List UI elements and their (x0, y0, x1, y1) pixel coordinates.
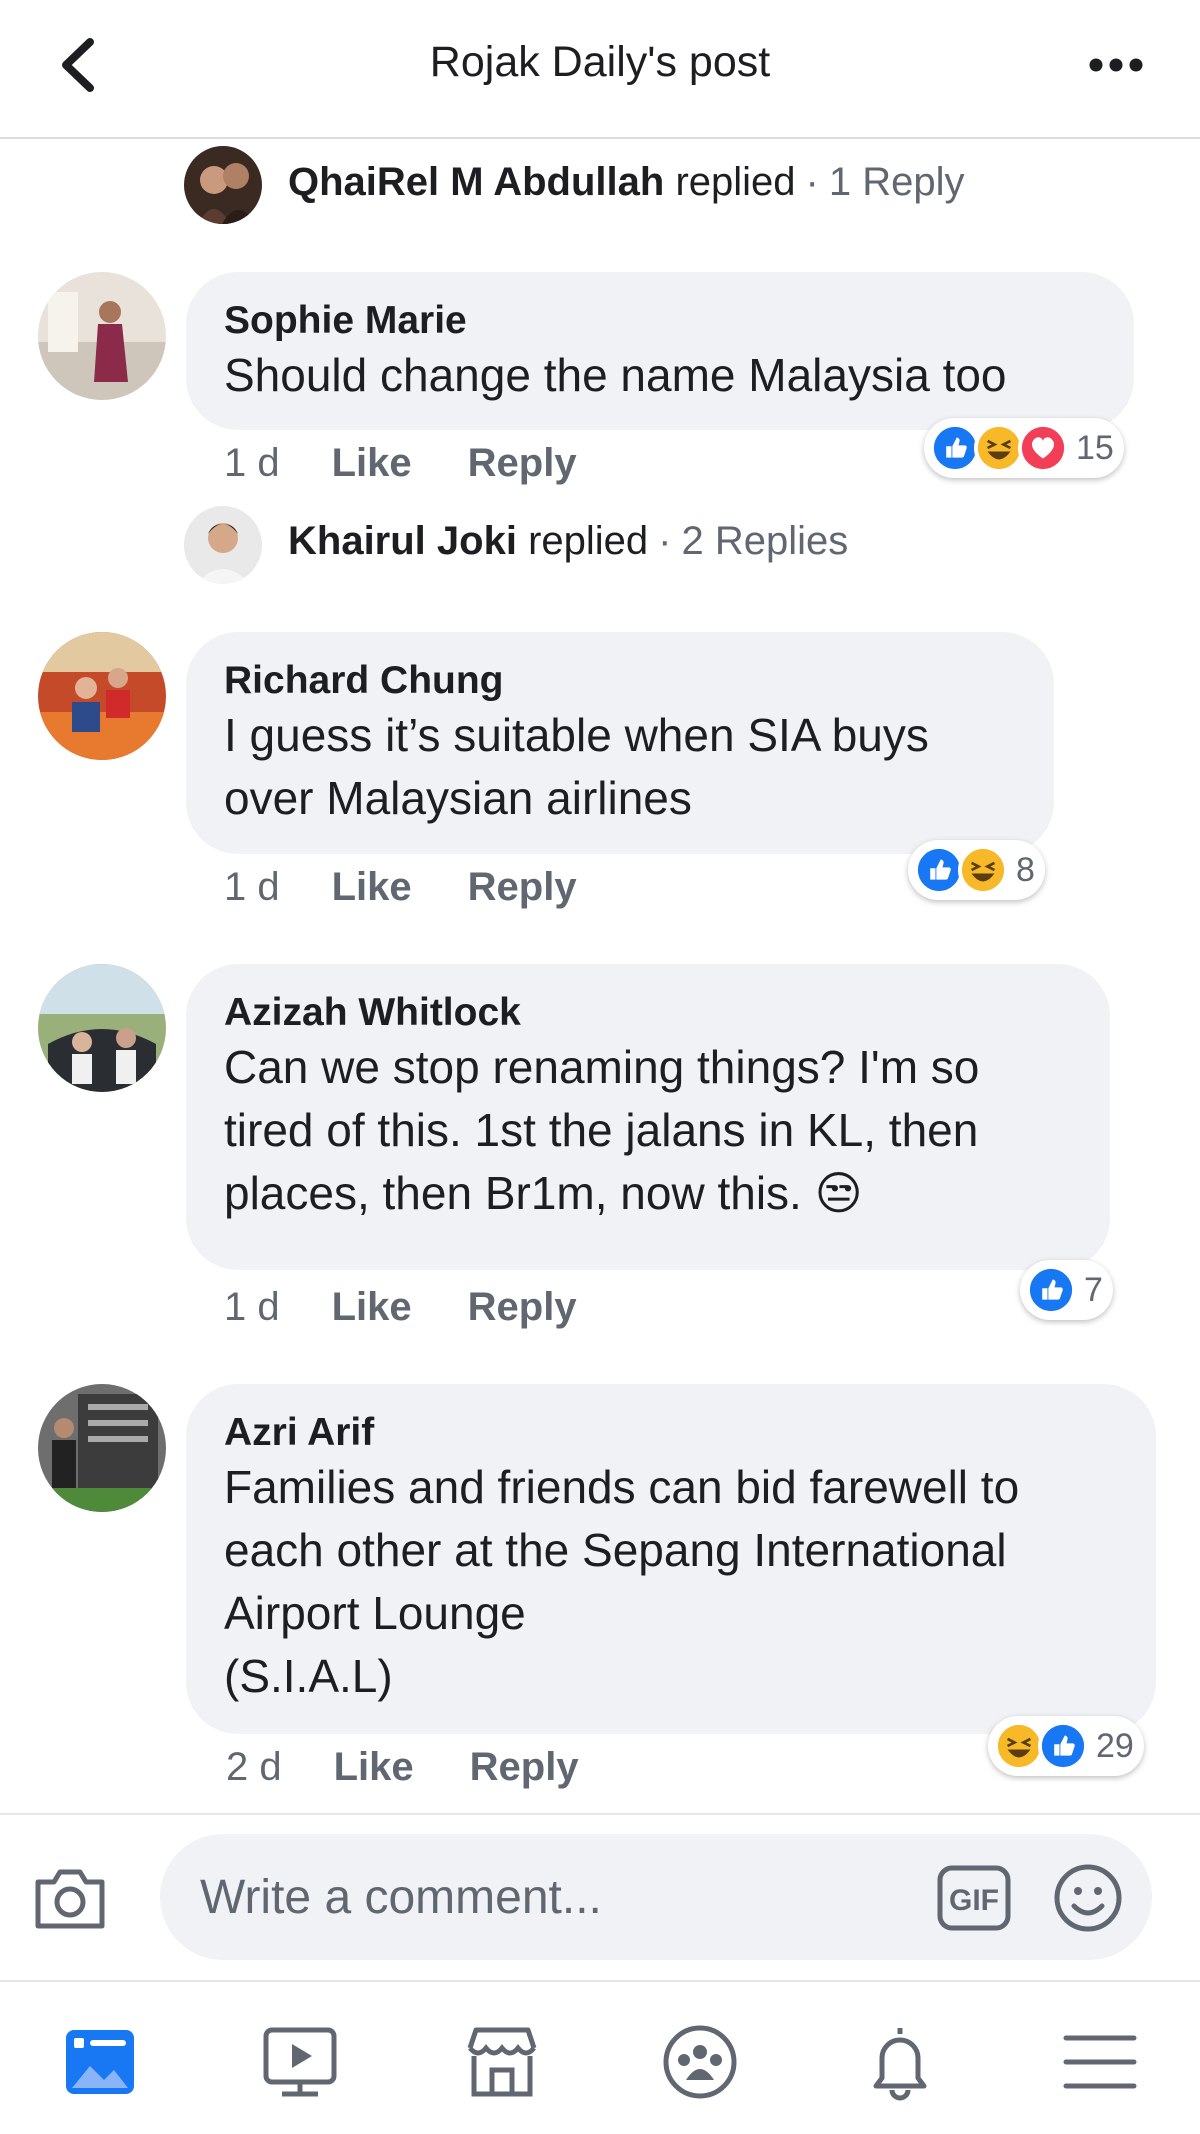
reaction-count: 7 (1084, 1270, 1103, 1309)
like-button[interactable]: Like (332, 1285, 412, 1330)
nav-marketplace[interactable] (462, 2022, 542, 2102)
more-options-button[interactable] (1088, 50, 1144, 80)
reply-author-name[interactable]: QhaiRel M Abdullah (288, 160, 664, 205)
reaction-count: 15 (1076, 428, 1114, 467)
notifications-icon (873, 2028, 927, 2101)
haha-reaction-icon (958, 845, 1008, 895)
nav-groups[interactable] (660, 2022, 740, 2102)
reactions-summary[interactable]: 15 (924, 418, 1124, 478)
avatar[interactable] (38, 964, 166, 1092)
avatar[interactable] (184, 146, 262, 224)
like-reaction-icon (914, 845, 964, 895)
nav-watch[interactable] (260, 2022, 340, 2102)
like-reaction-icon (930, 423, 980, 473)
reply-button[interactable]: Reply (468, 1285, 577, 1330)
nav-news-feed[interactable] (60, 2022, 140, 2102)
reply-button[interactable]: Reply (470, 1745, 579, 1790)
camera-icon (35, 1869, 105, 1929)
menu-icon (1063, 2035, 1137, 2089)
comment-actions: 2 d Like Reply (226, 1742, 635, 1792)
comment-time[interactable]: 1 d (224, 441, 280, 486)
comment-text: Families and friends can bid farewell to… (224, 1461, 1020, 1702)
comment-author[interactable]: Azizah Whitlock (224, 990, 1070, 1036)
reply-button[interactable]: Reply (468, 441, 577, 486)
reactions-summary[interactable]: 7 (1020, 1260, 1113, 1320)
comment-bubble: Richard Chung I guess it’s suitable when… (186, 632, 1054, 854)
comment-author[interactable]: Sophie Marie (224, 298, 1094, 344)
news-feed-icon (66, 2030, 134, 2094)
reaction-count: 8 (1016, 850, 1035, 889)
comment-author[interactable]: Azri Arif (224, 1410, 1116, 1456)
reply-separator: · (658, 518, 672, 563)
comment-bubble: Azizah Whitlock Can we stop renaming thi… (186, 964, 1110, 1270)
comment-text: Should change the name Malaysia too (224, 349, 1007, 401)
gif-icon: GIF (937, 1865, 1011, 1931)
gif-button[interactable]: GIF (936, 1862, 1012, 1934)
reactions-summary[interactable]: 8 (908, 840, 1045, 900)
like-button[interactable]: Like (334, 1745, 414, 1790)
comment-text: Can we stop renaming things? I'm so tire… (224, 1041, 980, 1219)
divider (0, 1813, 1200, 1815)
reply-verb: replied (675, 159, 796, 204)
emoji-icon (1054, 1864, 1122, 1932)
avatar[interactable] (38, 1384, 166, 1512)
more-dots-icon (1089, 58, 1143, 72)
reply-verb: replied (528, 518, 649, 563)
avatar[interactable] (38, 632, 166, 760)
reply-separator: · (805, 159, 819, 204)
camera-button[interactable] (30, 1862, 110, 1934)
haha-reaction-icon (974, 423, 1024, 473)
top-bar: Rojak Daily's post (0, 0, 1200, 139)
reactions-summary[interactable]: 29 (988, 1716, 1144, 1776)
like-reaction-icon (1026, 1265, 1076, 1315)
comment-actions: 1 d Like Reply (224, 1282, 633, 1332)
groups-icon (663, 2025, 737, 2099)
bottom-navigation (0, 1980, 1200, 2134)
watch-icon (263, 2027, 337, 2097)
comment-text: I guess it’s suitable when SIA buys over… (224, 709, 929, 824)
avatar[interactable] (184, 506, 262, 584)
reaction-count: 29 (1096, 1726, 1134, 1765)
like-button[interactable]: Like (332, 865, 412, 910)
comment-time[interactable]: 2 d (226, 1745, 282, 1790)
reply-button[interactable]: Reply (468, 865, 577, 910)
comment-actions: 1 d Like Reply (224, 862, 633, 912)
reply-count[interactable]: 2 Replies (681, 519, 848, 564)
like-reaction-icon (1038, 1721, 1088, 1771)
svg-text:GIF: GIF (949, 1884, 999, 1917)
reply-summary[interactable]: Khairul Joki replied · 2 Replies (288, 511, 848, 571)
comment-bubble: Azri Arif Families and friends can bid f… (186, 1384, 1156, 1734)
emoji-button[interactable] (1052, 1862, 1124, 1934)
comment-time[interactable]: 1 d (224, 1285, 280, 1330)
page-title: Rojak Daily's post (429, 38, 771, 86)
love-reaction-icon (1018, 423, 1068, 473)
reply-count[interactable]: 1 Reply (829, 160, 965, 205)
like-button[interactable]: Like (332, 441, 412, 486)
comment-author[interactable]: Richard Chung (224, 658, 1014, 704)
nav-notifications[interactable] (860, 2022, 940, 2102)
avatar[interactable] (38, 272, 166, 400)
reply-author-name[interactable]: Khairul Joki (288, 519, 517, 564)
comment-time[interactable]: 1 d (224, 865, 280, 910)
haha-reaction-icon (994, 1721, 1044, 1771)
marketplace-icon (467, 2027, 537, 2097)
comment-input-placeholder: Write a comment... (200, 1871, 602, 1924)
reply-summary[interactable]: QhaiRel M Abdullah replied · 1 Reply (288, 152, 964, 212)
comment-actions: 1 d Like Reply (224, 438, 633, 488)
nav-menu[interactable] (1060, 2022, 1140, 2102)
comment-bubble: Sophie Marie Should change the name Mala… (186, 272, 1134, 430)
